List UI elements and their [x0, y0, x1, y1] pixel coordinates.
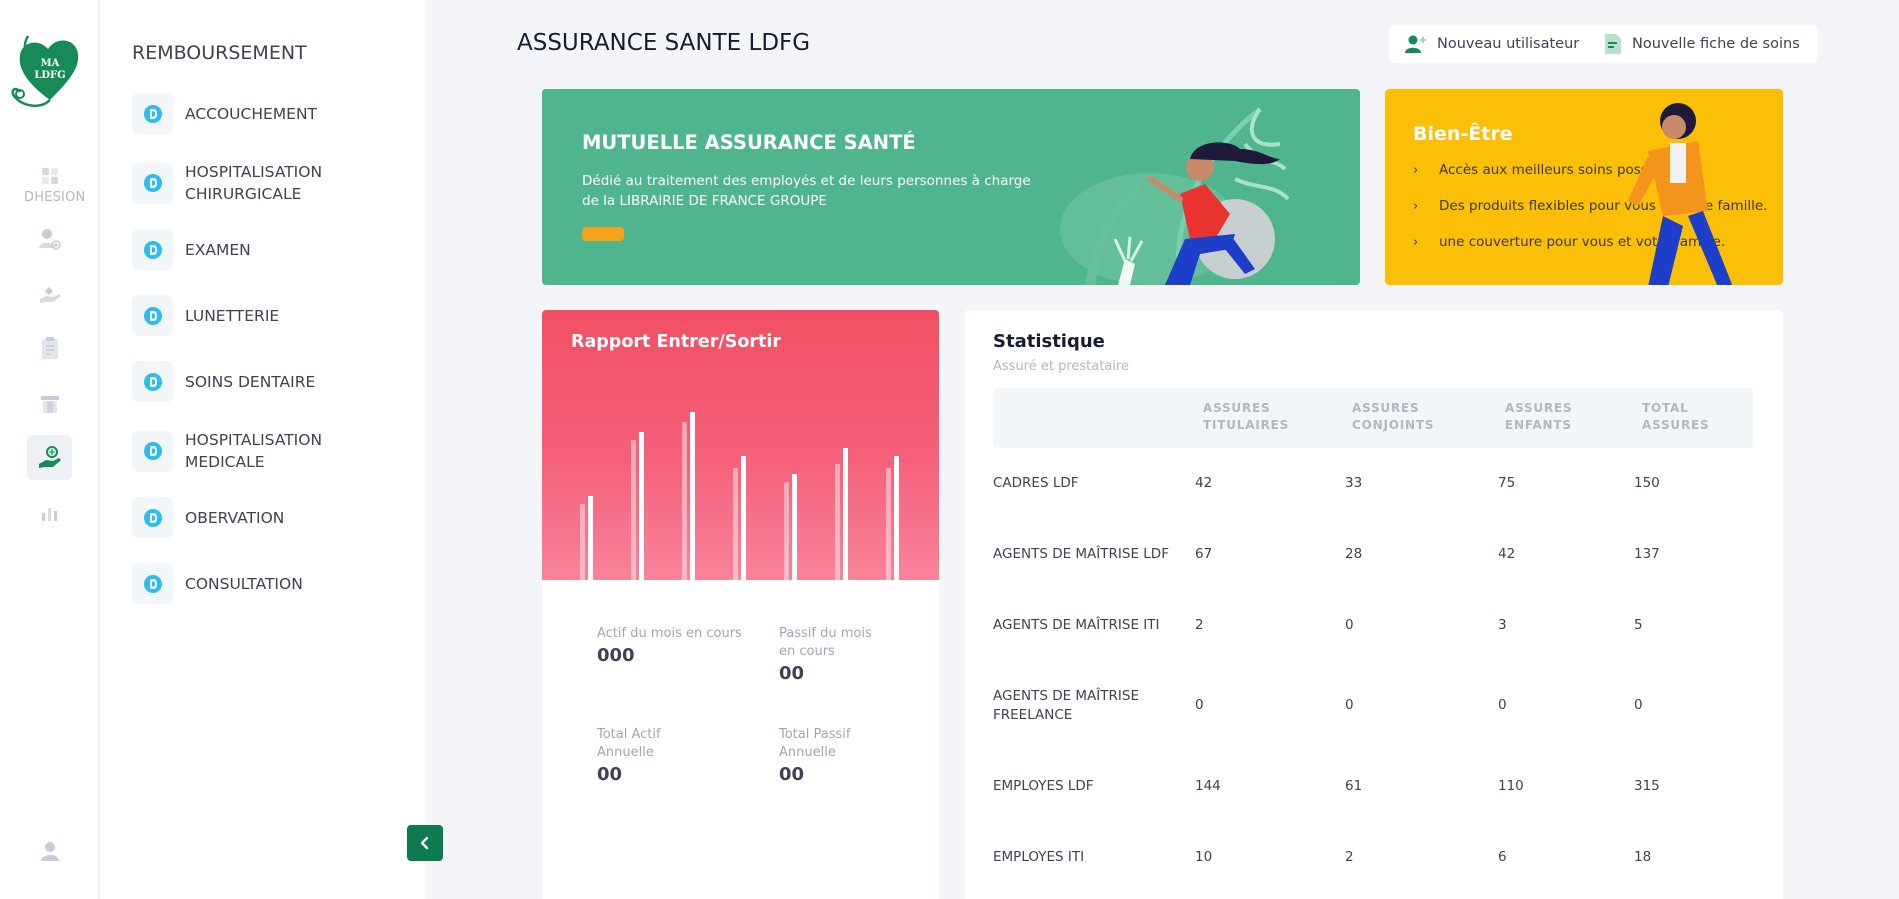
banner-text: Dédié au traitement des employés et de l… [582, 173, 1031, 209]
user-icon[interactable] [27, 828, 72, 873]
menu-label: OBERVATION [185, 508, 285, 527]
clipboard-icon[interactable] [27, 325, 72, 370]
chevron-right-icon: › [1413, 234, 1419, 250]
rapport-bar [741, 456, 746, 580]
menu-item-obervation[interactable]: OBERVATION [132, 497, 412, 538]
menu-bullet-icon [132, 430, 173, 472]
ma-ldfg-logo[interactable]: MA LDFG [10, 22, 88, 110]
care-hand-icon[interactable] [27, 435, 72, 480]
rapport-bar [690, 412, 695, 580]
statistique-card: Statistique Assuré et prestataire ASSURE… [965, 310, 1783, 899]
table-header: ASSURES TITULAIRES ASSURES CONJOINTS ASS… [993, 388, 1753, 448]
menu-label: HOSPITALISATION CHIRURGICALE [185, 163, 323, 203]
rapport-bar [631, 440, 636, 580]
rapport-bar [784, 482, 789, 580]
menu-item-soins-dentaire[interactable]: SOINS DENTAIRE [132, 361, 412, 402]
menu-label: ACCOUCHEMENT [185, 104, 318, 123]
banner-title: MUTUELLE ASSURANCE SANTÉ [582, 131, 916, 154]
aside-menu: REMBOURSEMENT ACCOUCHEMENT HOSPITALISATI… [100, 0, 425, 899]
rapport-bar [580, 504, 585, 580]
bien-etre-title: Bien-Être [1413, 123, 1513, 145]
man-walking-illustration [1628, 103, 1733, 285]
document-icon [1605, 34, 1621, 54]
rapport-card: Rapport Entrer/Sortir Actif du mois en c… [542, 310, 939, 899]
user-add-icon[interactable] [27, 216, 72, 261]
rapport-bar [792, 474, 797, 580]
rapport-bar [894, 456, 899, 580]
menu-label: SOINS DENTAIRE [185, 372, 316, 391]
menu-bullet-icon [132, 295, 173, 336]
icon-rail: MA LDFG DHESION [0, 0, 99, 899]
svg-text:MA: MA [41, 58, 60, 69]
menu-label: LUNETTERIE [185, 306, 280, 325]
rapport-bar [886, 468, 891, 580]
th-total: TOTAL ASSURES [1642, 401, 1710, 432]
mutuelle-banner: MUTUELLE ASSURANCE SANTÉ Dédié au traite… [542, 89, 1360, 285]
th-enfants: ASSURES ENFANTS [1505, 401, 1573, 432]
th-conjoints: ASSURES CONJOINTS [1352, 401, 1435, 432]
page-title: ASSURANCE SANTE LDFG [517, 30, 811, 56]
svg-text:LDFG: LDFG [34, 70, 65, 81]
menu-item-examen[interactable]: EXAMEN [132, 229, 412, 270]
menu-bullet-icon [132, 361, 173, 402]
bien-etre-banner: Bien-Être › Accès aux meilleurs soins pos… [1385, 89, 1783, 285]
new-user-button[interactable]: Nouveau utilisateur [1389, 25, 1598, 63]
banner-pill-button[interactable] [582, 227, 624, 241]
rapport-bar [843, 448, 848, 580]
th-titulaires: ASSURES TITULAIRES [1203, 401, 1290, 432]
menu-item-hospitalisation-chirurgicale[interactable]: HOSPITALISATION CHIRURGICALE [132, 161, 412, 205]
rapport-bar [588, 496, 593, 580]
rapport-bar [733, 468, 738, 580]
rapport-header: Rapport Entrer/Sortir [542, 310, 939, 580]
menu-bullet-icon [132, 162, 173, 204]
user-add-icon [1405, 35, 1426, 53]
hand-coin-icon[interactable] [27, 271, 72, 316]
chevron-right-icon: › [1413, 198, 1419, 214]
chevron-right-icon: › [1413, 162, 1419, 178]
menu-item-hospitalisation-medicale[interactable]: HOSPITALISATION MEDICALE [132, 429, 412, 473]
stat-total-passif: Total Passif Annuelle 00 [779, 727, 851, 785]
stat-actif-mois: Actif du mois en cours 000 [597, 626, 742, 666]
menu-bullet-icon [132, 497, 173, 538]
bar-chart-icon[interactable] [27, 490, 72, 535]
stat-total-actif: Total Actif Annuelle 00 [597, 727, 661, 785]
rapport-bar [835, 464, 840, 580]
new-care-sheet-button[interactable]: Nouvelle fiche de soins [1588, 25, 1818, 63]
aside-collapse-button[interactable] [407, 825, 443, 861]
menu-bullet-icon [132, 229, 173, 270]
menu-item-consultation[interactable]: CONSULTATION [132, 563, 412, 604]
new-care-sheet-label: Nouvelle fiche de soins [1632, 36, 1800, 52]
new-user-label: Nouveau utilisateur [1437, 36, 1580, 52]
menu-item-lunetterie[interactable]: LUNETTERIE [132, 295, 412, 336]
menu-label: HOSPITALISATION MEDICALE [185, 431, 323, 471]
menu-item-accouchement[interactable]: ACCOUCHEMENT [132, 93, 412, 134]
chevron-left-icon [420, 836, 429, 850]
rapport-bar [639, 432, 644, 580]
menu-label: CONSULTATION [185, 574, 303, 593]
menu-bullet-icon [132, 93, 173, 134]
rapport-bar [682, 422, 687, 580]
menu-label: EXAMEN [185, 240, 251, 259]
archive-icon[interactable] [27, 381, 72, 426]
statistique-subtitle: Assuré et prestataire [993, 359, 1129, 374]
rapport-bar-chart [580, 412, 899, 580]
aside-title: REMBOURSEMENT [132, 42, 307, 64]
statistique-title: Statistique [993, 331, 1105, 352]
rail-label-adhesion: DHESION [24, 190, 86, 205]
woman-sitting-illustration [1060, 107, 1290, 285]
stat-passif-mois: Passif du mois en cours 00 [779, 626, 872, 684]
menu-bullet-icon [132, 563, 173, 604]
